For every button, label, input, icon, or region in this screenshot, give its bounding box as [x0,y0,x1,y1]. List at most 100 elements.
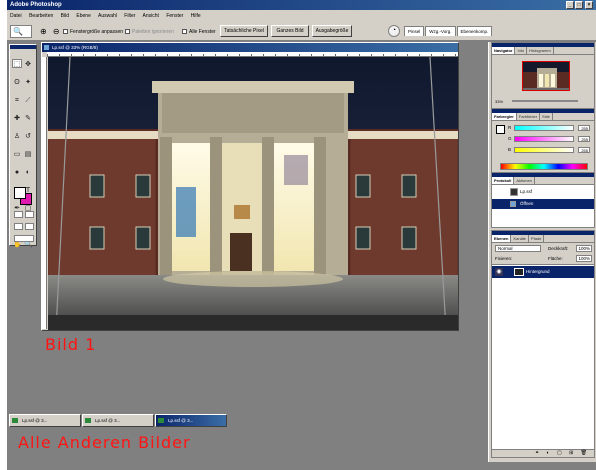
document-title: Lp.ssf @ 33% (RGB/8) [52,45,98,50]
navigator-thumbnail[interactable] [522,61,570,91]
print-size-button[interactable]: Ausgabegröße [312,25,352,37]
eye-icon[interactable]: ◉ [495,268,503,276]
history-body: Lp.ssf Öffnen [492,185,594,227]
move-tool-icon[interactable]: ✥ [23,59,33,68]
palette-well: Pinsel Wzg.-Vorg. Ebenenkomp. [404,26,493,36]
tab-info[interactable]: Info [515,47,528,54]
tab-history[interactable]: Protokoll [492,177,515,184]
channel-g-slider[interactable] [514,136,574,142]
zoom-in-out-icons[interactable]: ⊕ ⊖ [40,27,62,36]
color-palette: Farbregler Farbfelder Stile R 255 G 255 … [491,108,595,176]
magic-wand-icon[interactable]: ✦ [23,77,33,86]
color-spectrum-bar[interactable] [500,163,588,170]
color-body: R 255 G 255 B 255 [492,121,594,175]
tab-channels[interactable]: Kanäle [511,235,529,242]
caption-bild-1: Bild 1 [45,335,97,354]
brush-tool-icon[interactable]: ✎ [23,113,33,122]
menu-filter[interactable]: Filter [124,13,135,19]
fit-window-checkbox[interactable]: Fenstergröße anpassen [63,28,123,36]
screen-mode-icon[interactable] [14,223,23,230]
zoom-tool-preset[interactable]: 🔍 [10,25,32,38]
slice-tool-icon[interactable]: ⟋ [23,95,33,104]
menu-datei[interactable]: Datei [10,13,22,19]
tools-grid: ⬚✥ ʘ✦ ⌗⟋ ✚✎ ♙↺ ▭▤ ●◐ ➤T ✒▢ ✉⚲ ✋🔍 [12,53,35,251]
channel-r-value[interactable]: 255 [578,125,590,131]
tab-histogram[interactable]: Histogramm [527,47,554,54]
tab-color[interactable]: Farbregler [492,113,517,120]
channel-b-value[interactable]: 255 [578,147,590,153]
document-canvas-photo[interactable] [48,57,458,330]
history-state-open[interactable]: Öffnen [492,199,594,209]
toolbox-header [10,45,36,49]
history-tabs: Protokoll Aktionen [492,177,594,185]
color-fg-swatch[interactable] [496,125,505,134]
photoshop-window: Adobe Photoshop _ □ × Datei Bearbeiten B… [7,0,596,470]
crop-tool-icon[interactable]: ⌗ [12,95,22,104]
blend-mode-select[interactable]: Normal [495,245,541,252]
gradient-tool-icon[interactable]: ▤ [23,149,33,158]
maximize-button[interactable]: □ [575,1,583,9]
channel-b-slider[interactable] [514,147,574,153]
menu-auswahl[interactable]: Auswahl [98,13,117,19]
magnifier-icon: 🔍 [13,27,23,36]
well-tab-tool-presets[interactable]: Wzg.-Vorg. [425,26,456,36]
history-snapshot[interactable]: Lp.ssf [492,187,594,197]
minimized-windows-bar: Lp.ssf @ 3... Lp.ssf @ 3... Lp.ssf @ 3..… [9,414,228,427]
standard-mode-icon[interactable] [14,211,23,218]
history-brush-icon[interactable]: ↺ [23,131,33,140]
well-tab-brushes[interactable]: Pinsel [404,26,425,36]
menu-hilfe[interactable]: Hilfe [191,13,201,19]
history-state-icon [510,201,516,207]
tab-navigator[interactable]: Navigator [492,47,516,54]
tab-styles[interactable]: Stile [540,113,553,120]
menu-bild[interactable]: Bild [61,13,69,19]
eraser-tool-icon[interactable]: ▭ [12,149,22,158]
tab-swatches[interactable]: Farbfelder [517,113,541,120]
channel-g-value[interactable]: 255 [578,136,590,142]
stamp-tool-icon[interactable]: ♙ [12,131,22,140]
options-bar: 🔍 ⊕ ⊖ Fenstergröße anpassen Paletten ign… [7,22,596,41]
menu-bar: Datei Bearbeiten Bild Ebene Auswahl Filt… [7,10,596,22]
close-button[interactable]: × [585,1,593,9]
navigator-zoom-slider[interactable] [512,100,578,102]
document-title-bar[interactable]: Lp.ssf @ 33% (RGB/8) [42,43,458,52]
tab-layers[interactable]: Ebenen [492,235,512,242]
menu-ebene[interactable]: Ebene [76,13,90,19]
all-windows-checkbox[interactable]: Alle Fenster [182,28,216,36]
blur-tool-icon[interactable]: ● [12,167,22,176]
lasso-tool-icon[interactable]: ʘ [12,77,22,86]
actual-pixels-button[interactable]: Tatsächliche Pixel [220,25,268,37]
minimized-document-3[interactable]: Lp.ssf @ 3... [155,414,227,427]
app-title: Adobe Photoshop [10,2,62,8]
menu-fenster[interactable]: Fenster [166,13,183,19]
palette-dock: Navigator Info Histogramm 33% Farbregler… [488,42,596,462]
well-tab-layer-comps[interactable]: Ebenenkomp. [456,26,493,36]
minimize-button[interactable]: _ [566,1,574,9]
tab-actions[interactable]: Aktionen [514,177,535,184]
tab-paths[interactable]: Pfade [529,235,545,242]
minimized-document-2[interactable]: Lp.ssf @ 3... [82,414,154,427]
dodge-tool-icon[interactable]: ◐ [23,167,33,176]
layer-background[interactable]: ◉ Hintergrund [492,266,594,278]
channel-r-slider[interactable] [514,125,574,131]
opacity-value[interactable]: 100% [576,245,592,252]
menu-bearbeiten[interactable]: Bearbeiten [29,13,53,19]
file-browser-icon[interactable]: ◔ [388,25,400,37]
fill-value[interactable]: 100% [576,255,592,262]
menu-ansicht[interactable]: Ansicht [143,13,159,19]
fullscreen-mode-icon[interactable] [25,223,34,230]
layers-footer-icons[interactable]: ⚭ ◐ ▢ ⊞ 🗑 [492,449,594,457]
lock-label: Fixieren: [495,256,513,261]
healing-brush-icon[interactable]: ✚ [12,113,22,122]
marquee-tool-icon[interactable]: ⬚ [12,59,22,68]
ignore-palettes-checkbox[interactable]: Paletten ignorieren [125,28,174,36]
minimized-document-1[interactable]: Lp.ssf @ 3... [9,414,81,427]
quickmask-mode-icon[interactable] [25,211,34,218]
fit-screen-button[interactable]: Ganzes Bild [271,25,309,37]
imageready-jump-icon[interactable] [14,235,34,242]
toolbox: ⬚✥ ʘ✦ ⌗⟋ ✚✎ ♙↺ ▭▤ ●◐ ➤T ✒▢ ✉⚲ ✋🔍 [9,44,37,248]
navigator-zoom-value[interactable]: 33% [495,99,503,104]
title-bar: Adobe Photoshop _ □ × [7,0,596,10]
document-icon [12,418,18,423]
foreground-color-swatch[interactable] [14,187,26,199]
